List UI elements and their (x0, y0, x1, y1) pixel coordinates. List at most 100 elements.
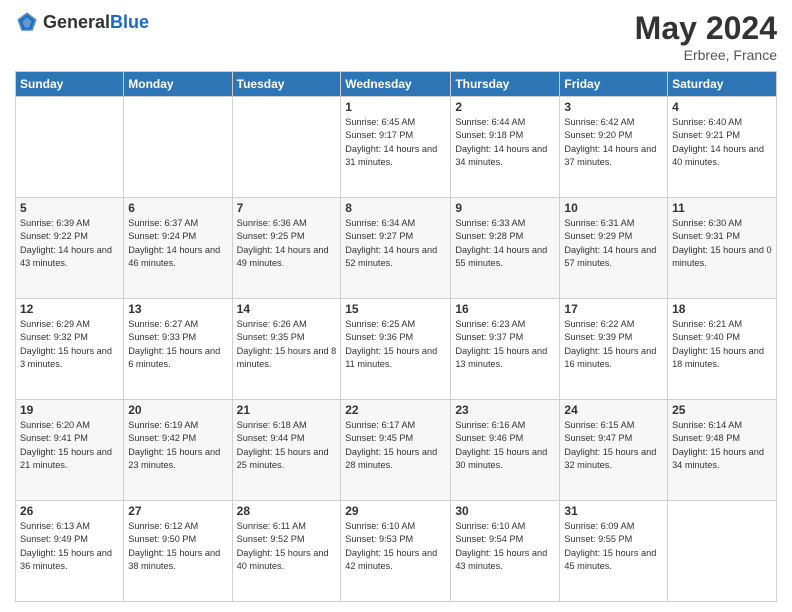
calendar-cell: 11 Sunrise: 6:30 AMSunset: 9:31 PMDayligh… (668, 198, 777, 299)
location: Erbree, France (635, 47, 777, 63)
day-info: Sunrise: 6:34 AMSunset: 9:27 PMDaylight:… (345, 217, 446, 270)
calendar-cell: 2 Sunrise: 6:44 AMSunset: 9:18 PMDaylight… (451, 97, 560, 198)
calendar-cell: 15 Sunrise: 6:25 AMSunset: 9:36 PMDayligh… (341, 299, 451, 400)
day-number: 31 (564, 504, 663, 518)
day-header-saturday: Saturday (668, 72, 777, 97)
logo-icon (15, 10, 39, 34)
day-number: 18 (672, 302, 772, 316)
calendar-cell: 10 Sunrise: 6:31 AMSunset: 9:29 PMDayligh… (560, 198, 668, 299)
calendar-cell: 25Sunrise: 6:14 AMSunset: 9:48 PMDayligh… (668, 400, 777, 501)
day-info: Sunrise: 6:20 AMSunset: 9:41 PMDaylight:… (20, 419, 119, 472)
logo-general: General (43, 12, 110, 32)
day-number: 3 (564, 100, 663, 114)
day-number: 30 (455, 504, 555, 518)
calendar-cell: 28 Sunrise: 6:11 AMSunset: 9:52 PMDayligh… (232, 501, 341, 602)
calendar-cell: 29Sunrise: 6:10 AMSunset: 9:53 PMDayligh… (341, 501, 451, 602)
day-number: 26 (20, 504, 119, 518)
week-row-5: 26Sunrise: 6:13 AMSunset: 9:49 PMDayligh… (16, 501, 777, 602)
day-number: 24 (564, 403, 663, 417)
day-info: Sunrise: 6:17 AMSunset: 9:45 PMDaylight:… (345, 419, 446, 472)
day-number: 15 (345, 302, 446, 316)
day-number: 2 (455, 100, 555, 114)
calendar-cell: 5 Sunrise: 6:39 AMSunset: 9:22 PMDaylight… (16, 198, 124, 299)
day-number: 1 (345, 100, 446, 114)
day-number: 14 (237, 302, 337, 316)
calendar-cell: 9Sunrise: 6:33 AMSunset: 9:28 PMDaylight… (451, 198, 560, 299)
calendar-cell (668, 501, 777, 602)
day-info: Sunrise: 6:39 AMSunset: 9:22 PMDaylight:… (20, 217, 119, 270)
day-number: 10 (564, 201, 663, 215)
day-header-sunday: Sunday (16, 72, 124, 97)
day-info: Sunrise: 6:27 AMSunset: 9:33 PMDaylight:… (128, 318, 227, 371)
day-info: Sunrise: 6:09 AMSunset: 9:55 PMDaylight:… (564, 520, 663, 573)
day-number: 6 (128, 201, 227, 215)
day-info: Sunrise: 6:15 AMSunset: 9:47 PMDaylight:… (564, 419, 663, 472)
day-info: Sunrise: 6:37 AMSunset: 9:24 PMDaylight:… (128, 217, 227, 270)
day-info: Sunrise: 6:16 AMSunset: 9:46 PMDaylight:… (455, 419, 555, 472)
day-number: 20 (128, 403, 227, 417)
day-header-friday: Friday (560, 72, 668, 97)
day-info: Sunrise: 6:36 AMSunset: 9:25 PMDaylight:… (237, 217, 337, 270)
day-info: Sunrise: 6:42 AMSunset: 9:20 PMDaylight:… (564, 116, 663, 169)
day-info: Sunrise: 6:30 AMSunset: 9:31 PMDaylight:… (672, 217, 772, 270)
day-info: Sunrise: 6:29 AMSunset: 9:32 PMDaylight:… (20, 318, 119, 371)
calendar-cell: 18 Sunrise: 6:21 AMSunset: 9:40 PMDayligh… (668, 299, 777, 400)
day-info: Sunrise: 6:12 AMSunset: 9:50 PMDaylight:… (128, 520, 227, 573)
day-header-tuesday: Tuesday (232, 72, 341, 97)
calendar-cell: 3 Sunrise: 6:42 AMSunset: 9:20 PMDaylight… (560, 97, 668, 198)
calendar-cell: 17Sunrise: 6:22 AMSunset: 9:39 PMDayligh… (560, 299, 668, 400)
week-row-2: 5 Sunrise: 6:39 AMSunset: 9:22 PMDaylight… (16, 198, 777, 299)
calendar-cell: 22 Sunrise: 6:17 AMSunset: 9:45 PMDayligh… (341, 400, 451, 501)
day-info: Sunrise: 6:10 AMSunset: 9:54 PMDaylight:… (455, 520, 555, 573)
calendar-cell: 6 Sunrise: 6:37 AMSunset: 9:24 PMDaylight… (124, 198, 232, 299)
day-number: 5 (20, 201, 119, 215)
day-number: 4 (672, 100, 772, 114)
day-header-monday: Monday (124, 72, 232, 97)
day-number: 8 (345, 201, 446, 215)
day-number: 22 (345, 403, 446, 417)
days-header-row: SundayMondayTuesdayWednesdayThursdayFrid… (16, 72, 777, 97)
day-number: 25 (672, 403, 772, 417)
calendar-cell: 1Sunrise: 6:45 AMSunset: 9:17 PMDaylight… (341, 97, 451, 198)
day-info: Sunrise: 6:18 AMSunset: 9:44 PMDaylight:… (237, 419, 337, 472)
calendar-cell: 8 Sunrise: 6:34 AMSunset: 9:27 PMDaylight… (341, 198, 451, 299)
calendar-cell: 13 Sunrise: 6:27 AMSunset: 9:33 PMDayligh… (124, 299, 232, 400)
calendar-cell: 23 Sunrise: 6:16 AMSunset: 9:46 PMDayligh… (451, 400, 560, 501)
calendar-cell (232, 97, 341, 198)
day-info: Sunrise: 6:19 AMSunset: 9:42 PMDaylight:… (128, 419, 227, 472)
day-info: Sunrise: 6:25 AMSunset: 9:36 PMDaylight:… (345, 318, 446, 371)
calendar-cell: 14 Sunrise: 6:26 AMSunset: 9:35 PMDayligh… (232, 299, 341, 400)
calendar-cell: 27 Sunrise: 6:12 AMSunset: 9:50 PMDayligh… (124, 501, 232, 602)
calendar-cell: 20 Sunrise: 6:19 AMSunset: 9:42 PMDayligh… (124, 400, 232, 501)
day-number: 21 (237, 403, 337, 417)
calendar-cell: 30 Sunrise: 6:10 AMSunset: 9:54 PMDayligh… (451, 501, 560, 602)
day-header-thursday: Thursday (451, 72, 560, 97)
calendar-cell: 12 Sunrise: 6:29 AMSunset: 9:32 PMDayligh… (16, 299, 124, 400)
month-year: May 2024 (635, 10, 777, 47)
week-row-4: 19 Sunrise: 6:20 AMSunset: 9:41 PMDayligh… (16, 400, 777, 501)
calendar-table: SundayMondayTuesdayWednesdayThursdayFrid… (15, 71, 777, 602)
week-row-3: 12 Sunrise: 6:29 AMSunset: 9:32 PMDayligh… (16, 299, 777, 400)
logo-blue: Blue (110, 12, 149, 32)
day-number: 28 (237, 504, 337, 518)
page: GeneralBlue May 2024 Erbree, France Sund… (0, 0, 792, 612)
calendar-cell: 21 Sunrise: 6:18 AMSunset: 9:44 PMDayligh… (232, 400, 341, 501)
day-number: 23 (455, 403, 555, 417)
day-number: 13 (128, 302, 227, 316)
day-number: 12 (20, 302, 119, 316)
day-number: 19 (20, 403, 119, 417)
calendar-cell: 19 Sunrise: 6:20 AMSunset: 9:41 PMDayligh… (16, 400, 124, 501)
day-info: Sunrise: 6:26 AMSunset: 9:35 PMDaylight:… (237, 318, 337, 371)
day-number: 11 (672, 201, 772, 215)
day-info: Sunrise: 6:21 AMSunset: 9:40 PMDaylight:… (672, 318, 772, 371)
calendar-cell: 26Sunrise: 6:13 AMSunset: 9:49 PMDayligh… (16, 501, 124, 602)
day-number: 9 (455, 201, 555, 215)
day-info: Sunrise: 6:44 AMSunset: 9:18 PMDaylight:… (455, 116, 555, 169)
calendar-cell (16, 97, 124, 198)
day-info: Sunrise: 6:31 AMSunset: 9:29 PMDaylight:… (564, 217, 663, 270)
day-info: Sunrise: 6:11 AMSunset: 9:52 PMDaylight:… (237, 520, 337, 573)
week-row-1: 1Sunrise: 6:45 AMSunset: 9:17 PMDaylight… (16, 97, 777, 198)
day-number: 27 (128, 504, 227, 518)
day-info: Sunrise: 6:10 AMSunset: 9:53 PMDaylight:… (345, 520, 446, 573)
logo: GeneralBlue (15, 10, 149, 34)
